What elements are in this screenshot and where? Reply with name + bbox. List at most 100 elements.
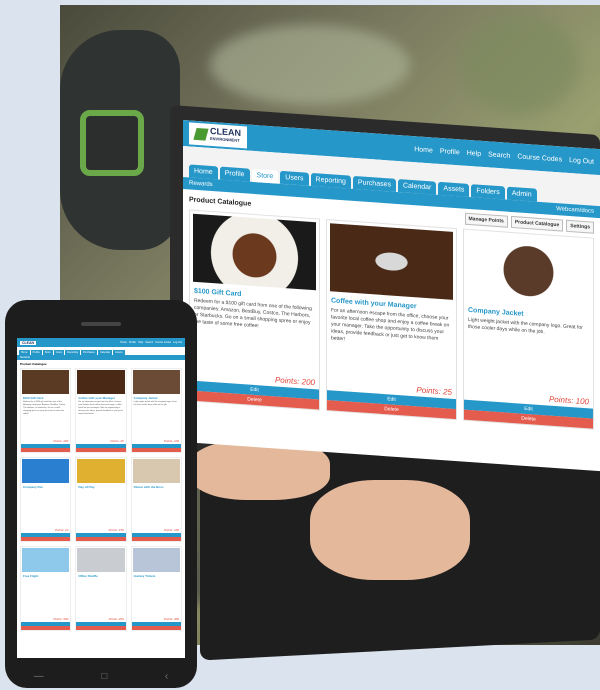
- mobile-product-card[interactable]: Hockey Tickets Points: 300: [130, 546, 182, 631]
- coffee-beans-image: [330, 223, 453, 300]
- mobile-nav-search[interactable]: Search: [145, 341, 153, 344]
- mobile-product-title: Office Shuffle: [78, 574, 98, 578]
- product-grid: $100 Gift Card Redeem for a $100 gift ca…: [183, 209, 600, 430]
- tab-home[interactable]: Home: [189, 164, 218, 180]
- tab-folders[interactable]: Folders: [471, 184, 505, 200]
- mobile-tab-store[interactable]: Store: [42, 350, 53, 355]
- mobile-nav-course-codes[interactable]: Course Codes: [155, 341, 171, 344]
- mobile-product-card[interactable]: Company Pen Points: 10: [20, 457, 72, 542]
- mobile-product-points: Points: 200: [53, 439, 69, 443]
- product-points: Points: 200: [274, 375, 315, 388]
- mobile-tab-calendar[interactable]: Calendar: [97, 350, 113, 355]
- phone-screen: CLEAN Home Profile Help Search Course Co…: [17, 338, 185, 658]
- home-icon[interactable]: □: [101, 671, 107, 682]
- panel-title: Product Catalogue: [189, 195, 252, 208]
- mobile-tab-bar: Home Profile Store Users Reporting Purch…: [17, 347, 185, 355]
- top-nav-profile[interactable]: Profile: [440, 147, 460, 155]
- top-nav-help[interactable]: Help: [467, 149, 481, 157]
- tab-calendar[interactable]: Calendar: [397, 179, 437, 195]
- manage-points-button[interactable]: Manage Points: [464, 212, 508, 228]
- mobile-product-description: Light weight jacket with the company log…: [133, 401, 177, 406]
- laptop-screen: CLEAN ENVIRONMENT Home Profile Help Sear…: [183, 120, 600, 472]
- recent-apps-icon[interactable]: —: [34, 671, 44, 682]
- mobile-product-points: Points: 100: [163, 528, 179, 532]
- tab-store[interactable]: Store: [251, 168, 279, 184]
- tab-admin[interactable]: Admin: [506, 186, 537, 202]
- mobile-product-points: Points: 10: [54, 528, 69, 532]
- mobile-product-card[interactable]: Office Shuffle Points: 200: [75, 546, 127, 631]
- mobile-product-card[interactable]: $100 Gift Card Redeem for a $100 gift ca…: [20, 368, 72, 453]
- mobile-product-image: [77, 370, 125, 394]
- mobile-panel-title: Product Catalogue: [20, 362, 47, 366]
- mobile-product-points: Points: 150: [108, 528, 124, 532]
- mobile-nav-profile[interactable]: Profile: [129, 341, 136, 344]
- mobile-product-card[interactable]: Coffee with your Manager For an afternoo…: [75, 368, 127, 453]
- mobile-tab-assets[interactable]: Assets: [113, 350, 125, 355]
- glasses: [80, 110, 144, 176]
- mobile-tab-purchases[interactable]: Purchases: [81, 350, 97, 355]
- steak-image: [193, 213, 316, 291]
- logo-mark-icon: [193, 127, 209, 141]
- top-nav-log-out[interactable]: Log Out: [569, 156, 594, 165]
- phone-nav-bar: — □ ‹: [5, 671, 197, 682]
- product-points: Points: 100: [548, 394, 589, 407]
- product-points: Points: 25: [416, 385, 452, 397]
- mobile-product-image: [77, 548, 125, 572]
- hand-right: [310, 480, 470, 580]
- top-nav-course-codes[interactable]: Course Codes: [517, 153, 562, 163]
- phone: CLEAN Home Profile Help Search Course Co…: [5, 300, 197, 688]
- mobile-product-points: Points: 300: [163, 617, 179, 621]
- mobile-tab-reporting[interactable]: Reporting: [65, 350, 81, 355]
- tab-reporting[interactable]: Reporting: [310, 172, 351, 189]
- mobile-delete-button[interactable]: [131, 626, 181, 630]
- mobile-header: CLEAN Home Profile Help Search Course Co…: [17, 338, 185, 347]
- rewards-label[interactable]: Rewards: [189, 180, 213, 188]
- mobile-product-description: For an afternoon escape from the office,…: [78, 401, 123, 415]
- settings-button[interactable]: Settings: [566, 219, 594, 234]
- product-card[interactable]: Company Jacket Light weight jacket with …: [463, 228, 594, 430]
- mobile-product-points: Points: 500: [53, 617, 69, 621]
- tab-assets[interactable]: Assets: [438, 181, 470, 198]
- mobile-logo[interactable]: CLEAN: [20, 340, 37, 345]
- mobile-tab-home[interactable]: Home: [19, 350, 30, 355]
- mobile-delete-button[interactable]: [131, 537, 181, 541]
- jacket-image: [467, 232, 590, 310]
- mobile-product-description: Redeem for a $100 gift card from one of …: [23, 401, 66, 415]
- mobile-delete-button[interactable]: [21, 448, 71, 452]
- mobile-delete-button[interactable]: [76, 448, 126, 452]
- mobile-product-card[interactable]: Day off Pay Points: 150: [75, 457, 127, 542]
- mobile-product-image: [22, 459, 70, 483]
- mobile-nav-help[interactable]: Help: [138, 341, 143, 344]
- top-nav-search[interactable]: Search: [488, 151, 510, 160]
- mobile-top-nav: Home Profile Help Search Course Codes Lo…: [120, 341, 182, 344]
- mobile-nav-home[interactable]: Home: [120, 341, 127, 344]
- mobile-tab-users[interactable]: Users: [53, 350, 65, 355]
- back-icon[interactable]: ‹: [165, 671, 168, 682]
- subbar-right[interactable]: Webcam/docs: [556, 206, 594, 215]
- mobile-product-card[interactable]: Free Flight Points: 500: [20, 546, 72, 631]
- tab-users[interactable]: Users: [280, 170, 309, 186]
- mobile-product-card[interactable]: Dinner with the Boss Points: 100: [130, 457, 182, 542]
- mobile-delete-button[interactable]: [76, 626, 126, 630]
- mobile-nav-log-out[interactable]: Log Out: [173, 341, 182, 344]
- app-logo[interactable]: CLEAN ENVIRONMENT: [189, 122, 247, 149]
- mobile-product-image: [22, 370, 70, 394]
- mobile-product-image: [22, 548, 70, 572]
- product-catalogue-button[interactable]: Product Catalogue: [510, 215, 564, 232]
- mobile-delete-button[interactable]: [76, 537, 126, 541]
- mobile-delete-button[interactable]: [21, 537, 71, 541]
- phone-speaker: [81, 322, 121, 326]
- mobile-product-card[interactable]: Company Jacket Light weight jacket with …: [130, 368, 182, 453]
- mobile-product-image: [132, 459, 180, 483]
- mobile-product-image: [132, 370, 180, 394]
- mobile-delete-button[interactable]: [131, 448, 181, 452]
- mobile-tab-profile[interactable]: Profile: [30, 350, 42, 355]
- product-card[interactable]: $100 Gift Card Redeem for a $100 gift ca…: [189, 209, 320, 411]
- mobile-product-title: Dinner with the Boss: [133, 485, 164, 489]
- mobile-product-image: [77, 459, 125, 483]
- product-card[interactable]: Coffee with your Manager For an afternoo…: [326, 218, 457, 421]
- mobile-product-title: Hockey Tickets: [133, 574, 156, 578]
- mobile-delete-button[interactable]: [21, 626, 71, 630]
- tab-profile[interactable]: Profile: [219, 166, 250, 182]
- top-nav-home[interactable]: Home: [414, 146, 433, 154]
